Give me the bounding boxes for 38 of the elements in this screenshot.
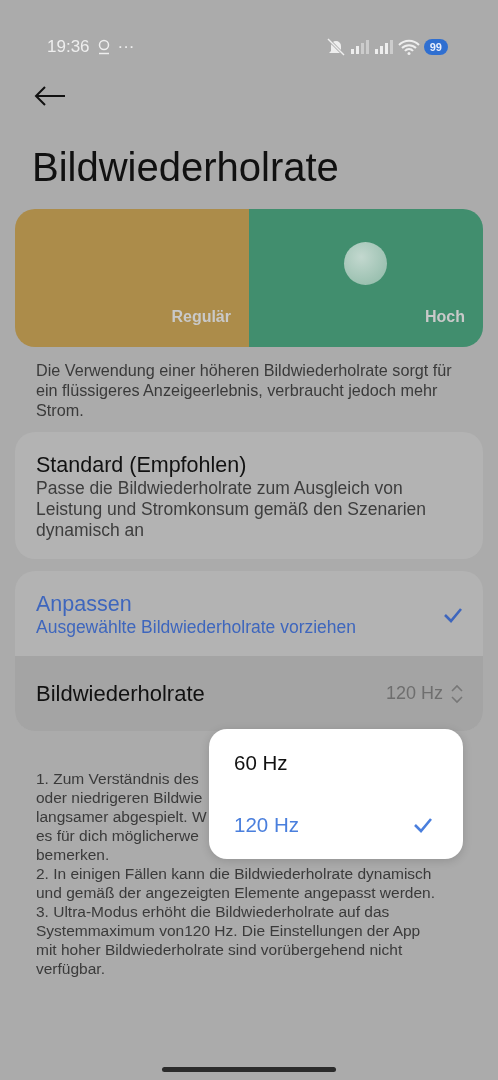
note-line: verfügbar. [36, 959, 105, 978]
menu-item[interactable]: 120 Hz [209, 794, 463, 856]
back-arrow-icon[interactable] [34, 86, 66, 106]
note-line: oder niedrigeren Bildwie [36, 788, 203, 807]
rate-label: Bildwiederholrate [36, 680, 205, 708]
up-down-chevron-icon [451, 683, 463, 704]
wifi-icon [397, 39, 420, 55]
option-subtitle: Passe die Bildwiederholrate zum Ausgleich von Leistung und Stromkonsum gemäß den Szenarien dynamisch an [36, 478, 428, 541]
page-title: Bildwiederholrate [32, 144, 340, 190]
mode-segment[interactable]: Hoch [249, 209, 483, 347]
signal-icon [373, 39, 394, 55]
option-item[interactable]: Standard (Empfohlen) Passe die Bildwiederholrate zum Ausgleich von Leistung und Stromkonsum gemäß den Szenarien dynamisch an [15, 432, 483, 559]
option-title: Standard (Empfohlen) [36, 452, 248, 478]
more-indicator: ··· [117, 36, 135, 59]
option-item[interactable]: Anpassen Ausgewählte Bildwiederholrate vorziehen [15, 571, 483, 656]
note-line: und gemäß der angezeigten Elemente angepasst werden. [36, 883, 435, 902]
option-title: Anpassen [36, 591, 133, 617]
note-line: langsamer abgespielt. W [36, 807, 207, 826]
note-line: es für dich möglicherwe [36, 826, 199, 845]
note-line: 1. Zum Verständnis des [36, 769, 199, 788]
muted-bell-icon [325, 38, 346, 56]
checkmark-icon [413, 817, 433, 833]
note-line: 2. In einigen Fällen kann die Bildwiederholrate dynamisch [36, 864, 432, 883]
note-line: 3. Ultra-Modus erhöht die Bildwiederholrate auf das [36, 902, 390, 921]
note-line: bemerken. [36, 845, 110, 864]
description-text: Die Verwendung einer höheren Bildwiederholrate sorgt für ein flüssigeres Anzeigeerlebnis, verbraucht jedoch mehr Strom. [36, 360, 453, 420]
battery-level: 99 [423, 39, 448, 55]
status-time: 19:36 [47, 36, 90, 59]
option-subtitle: Ausgewählte Bildwiederholrate vorziehen [36, 617, 357, 638]
signal-icon [349, 39, 370, 55]
menu-item[interactable]: 60 Hz [209, 732, 463, 794]
selection-knob [344, 242, 387, 285]
note-line: Systemmaximum von120 Hz. Die Einstellungen der App [36, 921, 421, 940]
location-icon [97, 39, 110, 55]
menu-label: 60 Hz [234, 749, 288, 776]
menu-label: 120 Hz [234, 811, 299, 838]
note-line: mit hoher Bildwiederholrate sind vorübergehend nicht [36, 940, 403, 959]
checkmark-icon [443, 606, 463, 623]
